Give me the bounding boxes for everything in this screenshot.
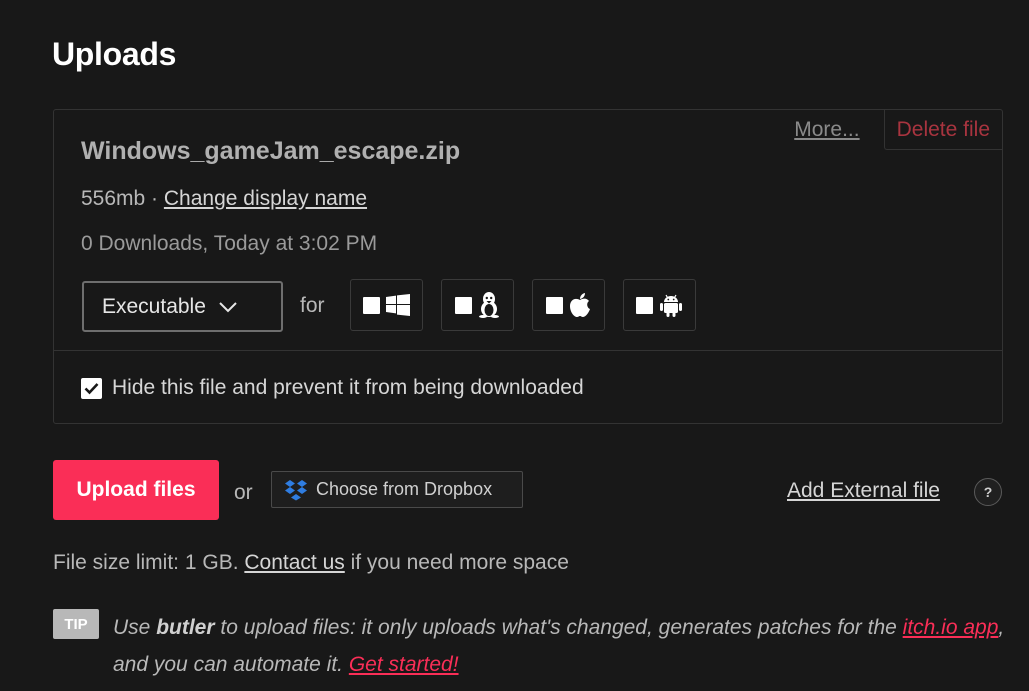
windows-icon — [386, 294, 410, 316]
size-limit-prefix: File size limit: 1 GB. — [53, 551, 245, 574]
file-size-limit: File size limit: 1 GB. Contact us if you… — [53, 551, 569, 575]
tip-text: Use butler to upload files: it only uplo… — [113, 609, 1013, 683]
size-limit-suffix: if you need more space — [344, 551, 569, 574]
choose-from-dropbox-button[interactable]: Choose from Dropbox — [271, 471, 523, 508]
file-type-value: Executable — [102, 294, 206, 318]
card-actions: More... Delete file — [794, 110, 1002, 150]
hide-file-checkbox[interactable] — [81, 377, 102, 399]
android-icon — [660, 294, 682, 317]
or-label: or — [234, 481, 253, 504]
upload-card: More... Delete file Windows_gameJam_esca… — [53, 109, 1003, 424]
platform-macos-checkbox[interactable] — [546, 296, 563, 314]
card-divider — [54, 350, 1002, 351]
upload-files-button[interactable]: Upload files — [53, 460, 219, 520]
file-size: 556mb — [81, 187, 146, 210]
delete-file-button[interactable]: Delete file — [883, 110, 1002, 150]
hide-file-label: Hide this file and prevent it from being… — [112, 376, 584, 399]
dropbox-label: Choose from Dropbox — [316, 479, 493, 499]
checkmark-icon — [84, 382, 99, 394]
downloads-info: 0 Downloads, Today at 3:02 PM — [81, 232, 378, 255]
file-type-select[interactable]: Executable — [82, 281, 283, 332]
platform-windows-toggle[interactable] — [350, 279, 423, 331]
file-name: Windows_gameJam_escape.zip — [81, 137, 461, 165]
linux-icon — [479, 292, 499, 318]
help-icon[interactable]: ? — [974, 478, 1002, 506]
uploads-page: Uploads More... Delete file Windows_game… — [0, 0, 1029, 691]
change-display-name-link[interactable]: Change display name — [164, 187, 367, 210]
get-started-link[interactable]: Get started! — [349, 653, 459, 676]
platform-android-checkbox[interactable] — [636, 296, 653, 314]
tip-badge: TIP — [53, 609, 99, 639]
tip-butler: butler — [156, 616, 215, 639]
chevron-down-icon — [219, 301, 237, 312]
hide-file-option[interactable]: Hide this file and prevent it from being… — [81, 376, 584, 400]
section-title: Uploads — [52, 36, 177, 72]
platform-android-toggle[interactable] — [623, 279, 696, 331]
itch-app-link[interactable]: itch.io app — [903, 616, 999, 639]
apple-icon — [570, 293, 590, 317]
tip-mid: to upload files: it only uploads what's … — [214, 616, 903, 639]
platform-linux-toggle[interactable] — [441, 279, 514, 331]
add-external-file-link[interactable]: Add External file — [787, 479, 940, 503]
for-label: for — [300, 294, 325, 317]
platform-macos-toggle[interactable] — [532, 279, 605, 331]
file-meta: 556mb · Change display name — [81, 187, 367, 211]
dropbox-icon — [285, 479, 307, 500]
tip-use: Use — [113, 616, 157, 639]
more-link[interactable]: More... — [794, 110, 883, 150]
meta-separator: · — [145, 187, 164, 210]
contact-us-link[interactable]: Contact us — [244, 551, 344, 574]
platform-linux-checkbox[interactable] — [455, 296, 472, 314]
platform-windows-checkbox[interactable] — [363, 296, 380, 314]
